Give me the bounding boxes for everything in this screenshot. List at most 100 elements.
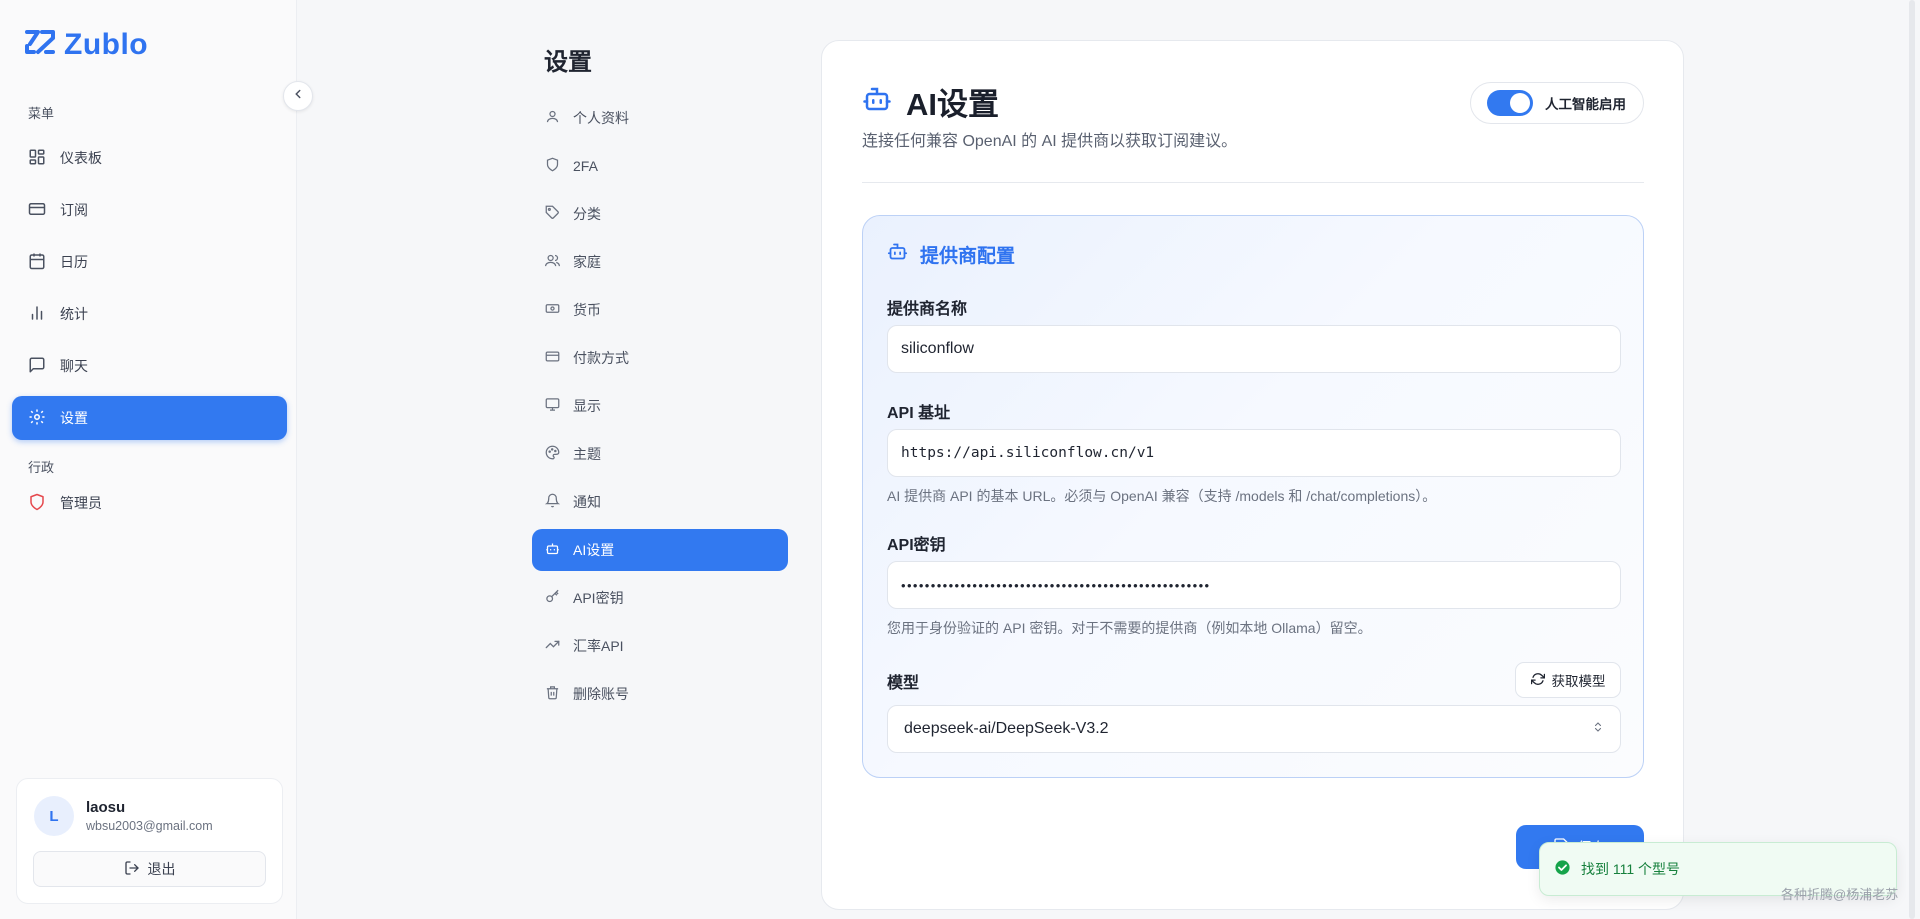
- chevrons-up-down-icon: [1592, 720, 1604, 739]
- users-icon: [545, 253, 560, 271]
- scrollbar-thumb[interactable]: [1909, 0, 1915, 919]
- settings-item-label: AI设置: [573, 542, 615, 558]
- fetch-models-button[interactable]: 获取模型: [1515, 662, 1621, 698]
- settings-item-2fa[interactable]: 2FA: [532, 145, 788, 187]
- api-key-help: 您用于身份验证的 API 密钥。对于不需要的提供商（例如本地 Ollama）留空…: [887, 620, 1372, 636]
- settings-item-theme[interactable]: 主题: [532, 433, 788, 475]
- sidebar-item-label: 设置: [60, 410, 88, 426]
- sidebar-item-label: 日历: [60, 254, 88, 270]
- palette-icon: [545, 445, 560, 463]
- provider-name-label: 提供商名称: [887, 301, 968, 318]
- logout-icon: [124, 860, 140, 879]
- settings-item-api-keys[interactable]: API密钥: [532, 577, 788, 619]
- settings-title: 设置: [544, 49, 592, 76]
- settings-item-label: 货币: [573, 302, 601, 318]
- ai-settings-card: AI设置 连接任何兼容 OpenAI 的 AI 提供商以获取订阅建议。 人工智能…: [821, 40, 1684, 910]
- model-label: 模型: [887, 675, 920, 692]
- user-email: wbsu2003@gmail.com: [86, 819, 213, 833]
- trending-icon: [545, 637, 560, 655]
- ai-enabled-switch[interactable]: [1487, 90, 1533, 116]
- avatar[interactable]: L: [34, 796, 74, 836]
- sidebar-item-settings[interactable]: 设置: [12, 396, 287, 440]
- sidebar-item-admin[interactable]: 管理员: [12, 481, 287, 525]
- divider: [862, 182, 1644, 183]
- settings-item-notifications[interactable]: 通知: [532, 481, 788, 523]
- settings-item-profile[interactable]: 个人资料: [532, 97, 788, 139]
- app-name: Zublo: [64, 27, 149, 61]
- settings-item-label: 付款方式: [573, 350, 629, 366]
- provider-config-title-text: 提供商配置: [920, 246, 1016, 267]
- sidebar-item-label: 统计: [60, 306, 88, 322]
- model-select-value: deepseek-ai/DeepSeek-V3.2: [904, 720, 1109, 737]
- sidebar-item-statistics[interactable]: 统计: [12, 292, 287, 336]
- bot-icon: [887, 241, 908, 268]
- sidebar-item-dashboard[interactable]: 仪表板: [12, 136, 287, 180]
- key-icon: [545, 589, 560, 607]
- settings-item-label: 汇率API: [573, 638, 624, 654]
- sidebar-item-label: 管理员: [60, 495, 102, 511]
- app-logo[interactable]: Zublo: [24, 26, 148, 63]
- shield-icon: [28, 493, 46, 514]
- ai-enabled-toggle[interactable]: 人工智能启用: [1470, 82, 1644, 124]
- chat-icon: [28, 356, 46, 377]
- settings-item-household[interactable]: 家庭: [532, 241, 788, 283]
- gear-icon: [28, 408, 46, 429]
- settings-item-exchange-api[interactable]: 汇率API: [532, 625, 788, 667]
- user-card: L laosu wbsu2003@gmail.com 退出: [16, 778, 283, 904]
- card-icon: [545, 349, 560, 367]
- settings-item-label: 2FA: [573, 158, 598, 174]
- calendar-icon: [28, 252, 46, 273]
- settings-item-ai[interactable]: AI设置: [532, 529, 788, 571]
- admin-section-label: 行政: [28, 460, 55, 475]
- bar-chart-icon: [28, 304, 46, 325]
- user-icon: [545, 109, 560, 127]
- logo-icon: [24, 26, 56, 63]
- refresh-icon: [1530, 672, 1545, 689]
- logout-label: 退出: [147, 861, 176, 877]
- watermark: 各种折腾@杨浦老苏: [1781, 887, 1899, 902]
- settings-item-label: 家庭: [573, 254, 601, 270]
- tag-icon: [545, 205, 560, 223]
- settings-item-label: 显示: [573, 398, 601, 414]
- api-base-input[interactable]: https://api.siliconflow.cn/v1: [887, 429, 1621, 477]
- sidebar: Zublo 菜单 仪表板 订阅 日历 统计 聊天 设置 行政 管理员 L lao…: [0, 0, 297, 919]
- settings-item-label: 通知: [573, 494, 601, 510]
- settings-item-currency[interactable]: 货币: [532, 289, 788, 331]
- page-title: AI设置: [862, 79, 999, 124]
- fetch-models-label: 获取模型: [1551, 674, 1606, 689]
- settings-item-label: 个人资料: [573, 110, 629, 126]
- settings-item-label: 分类: [573, 206, 601, 222]
- model-select[interactable]: deepseek-ai/DeepSeek-V3.2: [887, 705, 1621, 753]
- sidebar-item-chat[interactable]: 聊天: [12, 344, 287, 388]
- bot-icon: [545, 541, 560, 559]
- sidebar-item-calendar[interactable]: 日历: [12, 240, 287, 284]
- api-base-help: AI 提供商 API 的基本 URL。必须与 OpenAI 兼容（支持 /mod…: [887, 488, 1437, 504]
- sidebar-item-label: 仪表板: [60, 150, 102, 166]
- chevron-left-icon: [291, 87, 305, 106]
- trash-icon: [545, 685, 560, 703]
- settings-item-label: 删除账号: [573, 686, 629, 702]
- provider-config-panel: 提供商配置 提供商名称 siliconflow API 基址 https://a…: [862, 215, 1644, 778]
- settings-item-categories[interactable]: 分类: [532, 193, 788, 235]
- settings-item-label: 主题: [573, 446, 601, 462]
- ai-enabled-label: 人工智能启用: [1545, 97, 1626, 112]
- api-key-input[interactable]: ••••••••••••••••••••••••••••••••••••••••…: [887, 561, 1621, 609]
- settings-item-label: API密钥: [573, 590, 624, 606]
- settings-item-display[interactable]: 显示: [532, 385, 788, 427]
- sidebar-item-label: 聊天: [60, 358, 88, 374]
- sidebar-item-subscriptions[interactable]: 订阅: [12, 188, 287, 232]
- switch-knob: [1510, 93, 1530, 113]
- sidebar-item-label: 订阅: [60, 202, 88, 218]
- logout-button[interactable]: 退出: [33, 851, 266, 887]
- page-title-text: AI设置: [906, 87, 999, 122]
- page-subtitle: 连接任何兼容 OpenAI 的 AI 提供商以获取订阅建议。: [862, 133, 1238, 150]
- dashboard-icon: [28, 148, 46, 169]
- api-base-label: API 基址: [887, 405, 951, 422]
- user-name: laosu: [86, 799, 126, 816]
- card-icon: [28, 200, 46, 221]
- collapse-sidebar-button[interactable]: [283, 81, 313, 111]
- settings-item-delete-account[interactable]: 删除账号: [532, 673, 788, 715]
- banknote-icon: [545, 301, 560, 319]
- provider-name-input[interactable]: siliconflow: [887, 325, 1621, 373]
- settings-item-payment-methods[interactable]: 付款方式: [532, 337, 788, 379]
